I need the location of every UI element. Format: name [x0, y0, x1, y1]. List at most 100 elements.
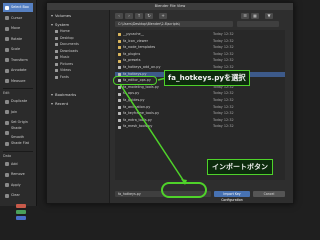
python-file-icon — [118, 92, 121, 96]
tool-icon — [5, 162, 9, 166]
back-arrow-icon: ‹ — [118, 13, 120, 18]
tool-label: Duplicate — [11, 99, 28, 103]
volumes-header[interactable]: Volumes — [51, 13, 71, 19]
tool-select-box[interactable]: Select Box — [3, 3, 33, 12]
new-folder-button[interactable]: + — [159, 13, 167, 19]
folder-icon — [118, 33, 121, 37]
folder-icon — [55, 56, 58, 59]
file-row[interactable]: fa_icon_viewer Today 12:32 — [115, 39, 285, 44]
file-row[interactable]: fa_ops.py Today 12:32 — [115, 91, 285, 96]
cancel-button[interactable]: Cancel — [253, 191, 285, 197]
tool-icon — [5, 99, 9, 104]
recent-header[interactable]: Recent — [51, 101, 68, 107]
python-file-icon — [118, 99, 121, 103]
tool-icon — [5, 131, 9, 135]
list-view-icon: ☰ — [243, 13, 247, 18]
tool-clear[interactable]: Clear — [3, 191, 33, 200]
toolbar-separator — [3, 88, 33, 89]
tool-move[interactable]: Move — [3, 24, 33, 33]
view-mode-button[interactable]: ☰ — [241, 13, 249, 19]
file-name: fa_animation.py — [123, 104, 151, 109]
tool-shade-flat[interactable]: Shade Flat — [3, 139, 33, 148]
system-item-fonts[interactable]: Fonts — [55, 75, 107, 80]
volumes-label: Volumes — [55, 13, 72, 18]
file-list: __pycache__ Today 12:32 fa_icon_viewer Toda… — [115, 30, 285, 180]
collapse-triangle-icon — [51, 103, 53, 105]
back-button[interactable]: ‹ — [115, 13, 123, 19]
tool-annotate[interactable]: Annotate — [3, 66, 33, 75]
tool-label: Annotate — [11, 68, 27, 72]
file-name: __pycache__ — [123, 32, 144, 36]
system-item-videos[interactable]: Videos — [55, 68, 107, 73]
file-row[interactable]: fa_animation.py Today 12:32 — [115, 105, 285, 110]
tool-label: Transform — [11, 57, 28, 62]
tool-shade-smooth[interactable]: Shade Smooth — [3, 126, 33, 139]
file-row[interactable]: fa_node_templates Today 12:32 — [115, 45, 285, 50]
tool-duplicate[interactable]: Duplicate — [3, 97, 33, 106]
file-date: Today 12:32 — [213, 124, 234, 129]
grid-view-icon: ▦ — [253, 13, 257, 18]
file-row[interactable]: fa_extra_tools.py Today 12:32 — [115, 118, 285, 123]
toolbar-section-edit: Edit — [3, 91, 10, 95]
folder-icon — [55, 43, 58, 46]
file-date: Today 12:32 — [213, 98, 234, 102]
color-swatch[interactable] — [16, 203, 26, 208]
parent-arrow-icon: ↑ — [137, 13, 141, 18]
system-item-documents[interactable]: Documents — [55, 42, 107, 47]
tool-scale[interactable]: Scale — [3, 45, 33, 54]
filter-search-input[interactable] — [237, 21, 279, 27]
tool-icon — [5, 26, 9, 31]
file-row[interactable]: fa_presets Today 12:32 — [115, 58, 285, 63]
folder-icon — [118, 59, 121, 63]
file-row[interactable]: fa_mesh_tools.py Today 12:32 — [115, 124, 285, 129]
system-header[interactable]: System — [51, 22, 69, 28]
file-row[interactable]: __pycache__ Today 12:32 — [115, 32, 285, 37]
tool-icon — [5, 183, 9, 187]
tool-icon — [5, 37, 9, 41]
file-name: fa_icon_viewer — [123, 38, 148, 43]
collapse-triangle-icon — [51, 24, 53, 26]
system-item-pictures[interactable]: Pictures — [55, 62, 107, 67]
file-date: Today 12:32 — [213, 91, 234, 96]
refresh-button[interactable]: ↻ — [145, 13, 153, 19]
system-item-home[interactable]: Home — [55, 29, 107, 34]
system-item-desktop[interactable]: Desktop — [55, 36, 107, 41]
tool-label: Apply — [11, 182, 21, 187]
tool-icon — [5, 16, 9, 20]
forward-button[interactable]: › — [125, 13, 133, 19]
system-item-label: Desktop — [60, 35, 74, 40]
tool-icon — [5, 110, 9, 114]
folder-icon — [55, 75, 58, 79]
tool-icon — [5, 79, 9, 83]
tool-cursor[interactable]: Cursor — [3, 14, 33, 23]
tool-rotate[interactable]: Rotate — [3, 35, 33, 44]
file-row[interactable]: fa_keyframe_tools.py Today 12:32 — [115, 111, 285, 116]
bookmarks-header[interactable]: Bookmarks — [51, 92, 76, 98]
system-item-music[interactable]: Music — [55, 55, 107, 60]
tool-label: Shade Flat — [11, 141, 29, 145]
color-swatch[interactable] — [16, 215, 26, 220]
directory-path-input[interactable]: C:\Users\Desktop\Blender\2.8\scripts\ — [115, 21, 233, 27]
tool-apply[interactable]: Apply — [3, 181, 33, 190]
thumbnail-view-button[interactable]: ▦ — [251, 13, 259, 19]
tool-icon — [5, 47, 9, 52]
parent-dir-button[interactable]: ↑ — [135, 13, 143, 19]
system-item-label: Downloads — [60, 48, 79, 53]
folder-icon — [55, 30, 58, 33]
tool-transform[interactable]: Transform — [3, 56, 33, 65]
import-button[interactable]: Import Key Configuration — [214, 191, 250, 202]
file-date: Today 12:32 — [213, 32, 234, 36]
color-swatch[interactable] — [16, 209, 26, 214]
tool-measure[interactable]: Measure — [3, 77, 33, 86]
filter-button[interactable]: ▼ — [265, 13, 273, 19]
file-row[interactable]: fa_plugins Today 12:32 — [115, 52, 285, 57]
folder-icon — [55, 49, 58, 53]
file-name: fa_hotkeys_add_on.py — [123, 65, 161, 69]
toolbar-separator — [3, 150, 33, 152]
file-date: Today 12:32 — [213, 104, 234, 109]
tool-remove[interactable]: Remove — [3, 170, 33, 179]
file-row[interactable]: fa_guides.py Today 12:32 — [115, 98, 285, 103]
tool-add[interactable]: Add — [3, 160, 33, 169]
system-item-downloads[interactable]: Downloads — [55, 49, 107, 54]
tool-join[interactable]: Join — [3, 108, 33, 117]
